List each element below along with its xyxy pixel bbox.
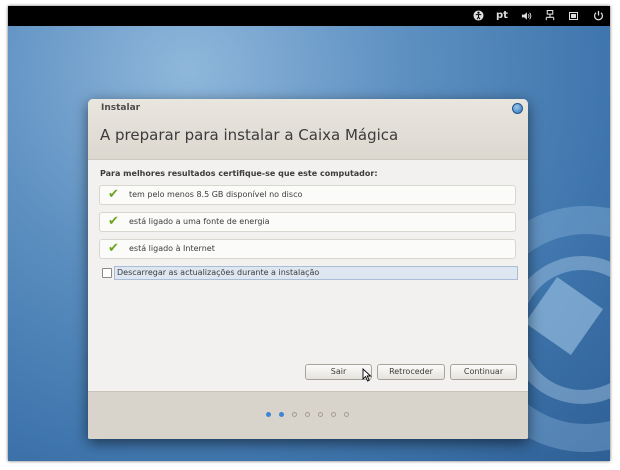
step-dot: [266, 412, 271, 417]
power-icon[interactable]: [590, 6, 606, 26]
requirement-internet: ✔ está ligado à Internet: [99, 239, 516, 259]
requirement-label: está ligado à Internet: [129, 244, 215, 253]
installer-window: Instalar A preparar para instalar a Caix…: [88, 99, 528, 439]
volume-icon[interactable]: [518, 6, 534, 26]
screen: pt Instalar A preparar para instalar a C…: [8, 6, 610, 461]
desktop-wallpaper: Instalar A preparar para instalar a Caix…: [8, 26, 610, 461]
requirement-label: está ligado a uma fonte de energia: [129, 217, 270, 226]
continue-button[interactable]: Continuar: [450, 364, 517, 380]
requirement-label: tem pelo menos 8.5 GB disponível no disc…: [129, 190, 303, 199]
step-dot: [331, 412, 336, 417]
window-title: Instalar: [101, 103, 141, 113]
back-button[interactable]: Retroceder: [377, 364, 445, 380]
top-panel: pt: [8, 6, 610, 26]
check-icon: ✔: [108, 241, 119, 256]
requirement-disk-space: ✔ tem pelo menos 8.5 GB disponível no di…: [99, 185, 516, 205]
accessibility-icon[interactable]: [470, 6, 486, 26]
battery-icon[interactable]: [566, 6, 582, 26]
step-dot: [279, 412, 284, 417]
window-footer: [88, 391, 528, 439]
step-dot: [305, 412, 310, 417]
step-dot: [344, 412, 349, 417]
language-indicator[interactable]: pt: [494, 6, 510, 26]
step-dot: [292, 412, 297, 417]
network-icon[interactable]: [542, 6, 558, 26]
window-titlebar[interactable]: Instalar A preparar para instalar a Caix…: [88, 99, 528, 160]
download-updates-checkbox[interactable]: [102, 268, 112, 278]
requirement-power: ✔ está ligado a uma fonte de energia: [99, 212, 516, 232]
step-dot: [318, 412, 323, 417]
mouse-pointer-icon: [362, 368, 372, 382]
check-icon: ✔: [108, 187, 119, 202]
download-updates-option[interactable]: Descarregar as actualizações durante a i…: [99, 266, 518, 280]
download-updates-label[interactable]: Descarregar as actualizações durante a i…: [114, 266, 518, 280]
requirements-intro: Para melhores resultados certifique-se q…: [100, 169, 378, 178]
page-heading: A preparar para instalar a Caixa Mágica: [100, 126, 399, 144]
check-icon: ✔: [108, 214, 119, 229]
progress-steps: [266, 412, 357, 418]
close-button[interactable]: [512, 103, 523, 114]
